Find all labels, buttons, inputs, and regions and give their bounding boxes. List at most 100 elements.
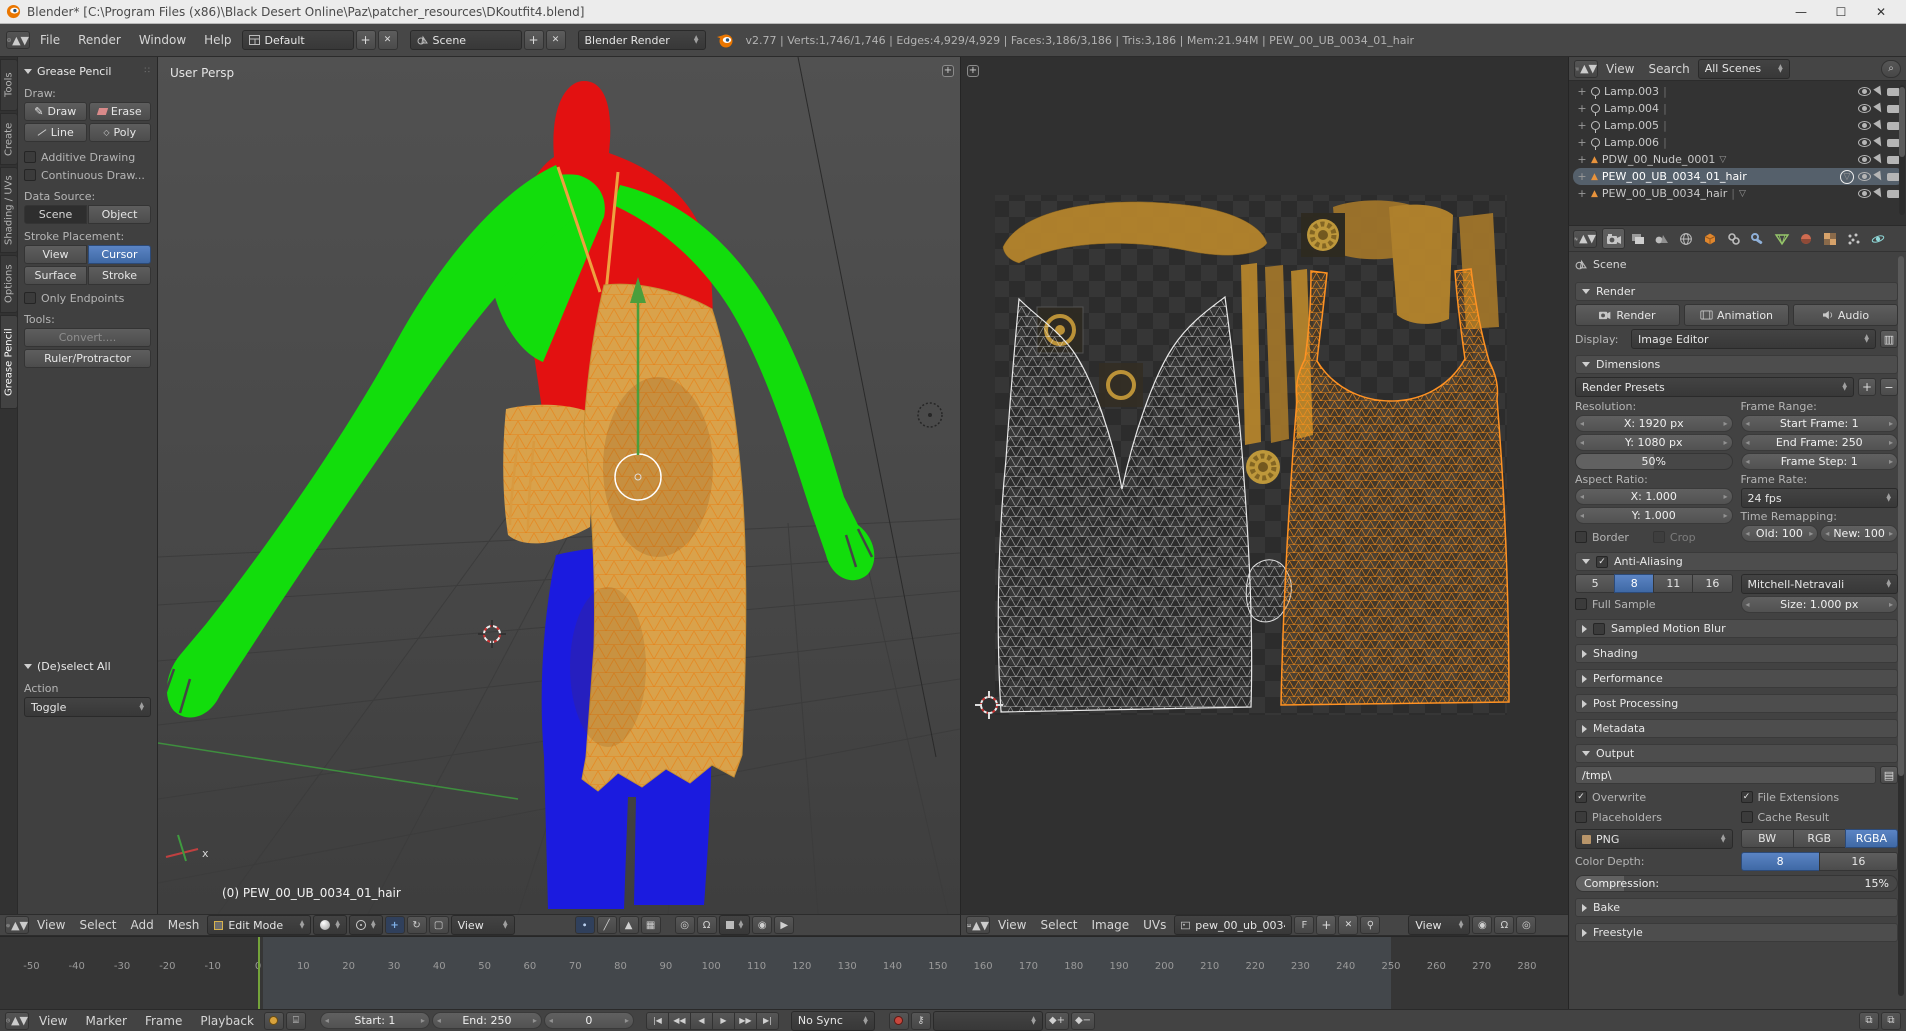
uv-proportional-icon[interactable]: ◎ — [1516, 916, 1536, 934]
file-format-dropdown[interactable]: PNG — [1575, 829, 1733, 849]
outliner-row[interactable]: + Lamp.003| — [1573, 83, 1904, 100]
insert-keyframe-icon[interactable]: ◆+ — [1045, 1012, 1069, 1030]
unlink-image-button[interactable] — [1338, 915, 1358, 935]
convert-button[interactable]: Convert.... — [24, 328, 151, 347]
selectability-cursor-icon[interactable] — [1873, 188, 1884, 200]
time-remap-new-field[interactable]: New: 100 — [1820, 525, 1898, 542]
timeline-menu-marker[interactable]: Marker — [77, 1010, 134, 1031]
expand-icon[interactable]: + — [1577, 153, 1587, 166]
close-button[interactable]: ✕ — [1862, 1, 1900, 23]
frame-rate-dropdown[interactable]: 24 fps — [1741, 488, 1899, 508]
preset-add-button[interactable] — [1858, 378, 1876, 396]
antialiasing-checkbox[interactable] — [1596, 556, 1608, 568]
panel-grip-icon[interactable]: ∷ — [144, 66, 151, 76]
tab-options[interactable]: Options — [0, 255, 18, 313]
lock-icon[interactable]: ⌸ — [286, 1012, 306, 1030]
keying-options-icon[interactable]: ⚷ — [911, 1012, 931, 1030]
edge-select-icon[interactable]: ╱ — [597, 916, 617, 934]
output-path-field[interactable]: /tmp\ — [1575, 766, 1876, 784]
maximize-button[interactable]: ☐ — [1822, 1, 1860, 23]
stroke-view-button[interactable]: View — [24, 245, 87, 264]
use-preview-range-icon[interactable] — [264, 1012, 284, 1030]
delete-keyframe-icon[interactable]: ◆− — [1071, 1012, 1095, 1030]
properties-tab-render[interactable] — [1602, 228, 1625, 249]
outliner-menu-view[interactable]: View — [1600, 58, 1640, 80]
autokey-record-icon[interactable] — [889, 1012, 909, 1030]
image-datablock-selector[interactable]: pew_00_ub_0034_... — [1174, 915, 1292, 935]
visibility-eye-icon[interactable] — [1858, 104, 1871, 113]
transform-orientation-dropdown[interactable]: View — [451, 915, 515, 935]
outliner-item-label[interactable]: PEW_00_UB_0034_01_hair — [1602, 170, 1747, 183]
limit-visible-icon[interactable]: ▦ — [641, 916, 661, 934]
outliner-row[interactable]: +▲ PDW_00_Nude_0001▽ — [1573, 151, 1904, 168]
expand-icon[interactable]: + — [1577, 136, 1587, 149]
outliner-row[interactable]: + Lamp.006| — [1573, 134, 1904, 151]
render-engine-dropdown[interactable]: Blender Render — [578, 30, 706, 50]
start-frame-field[interactable]: Start Frame: 1 — [1741, 415, 1899, 432]
timeline-menu-playback[interactable]: Playback — [192, 1010, 262, 1031]
v3d-menu-select[interactable]: Select — [73, 914, 122, 936]
current-frame-field[interactable]: 0 — [544, 1012, 634, 1029]
timeline-menu-frame[interactable]: Frame — [137, 1010, 190, 1031]
uv-menu-uvs[interactable]: UVs — [1137, 914, 1172, 936]
outliner-row[interactable]: + Lamp.005| — [1573, 117, 1904, 134]
play-reverse-button[interactable]: ◀ — [690, 1012, 713, 1030]
frame-step-field[interactable]: Frame Step: 1 — [1741, 453, 1899, 470]
add-scene-button[interactable] — [524, 30, 544, 50]
outliner-scope-dropdown[interactable]: All Scenes — [1698, 59, 1790, 79]
tab-create[interactable]: Create — [0, 113, 18, 165]
selectability-cursor-icon[interactable] — [1873, 171, 1884, 183]
outliner-item-label[interactable]: Lamp.006 — [1604, 136, 1659, 149]
erase-button[interactable]: Erase — [89, 102, 152, 121]
grease-pencil-panel-header[interactable]: Grease Pencil ∷ — [24, 61, 151, 81]
motion-blur-checkbox[interactable] — [1593, 623, 1605, 635]
expand-icon[interactable]: + — [1577, 170, 1587, 183]
uv-menu-image[interactable]: Image — [1086, 914, 1136, 936]
outliner-item-label[interactable]: Lamp.005 — [1604, 119, 1659, 132]
add-layout-button[interactable] — [356, 30, 376, 50]
pivot-point-dropdown[interactable] — [349, 915, 383, 935]
timeline-playhead[interactable] — [258, 937, 260, 1009]
expand-icon[interactable]: + — [1577, 119, 1587, 132]
properties-tab-material[interactable] — [1794, 228, 1817, 249]
proportional-edit-icon[interactable]: ◎ — [675, 916, 695, 934]
timeline-menu-view[interactable]: View — [31, 1010, 75, 1031]
file-extensions-checkbox[interactable] — [1741, 791, 1753, 803]
scene-selector[interactable]: Scene — [410, 30, 522, 50]
delete-scene-button[interactable] — [546, 30, 566, 50]
viewport-shading-dropdown[interactable] — [313, 915, 347, 935]
only-endpoints-checkbox[interactable] — [24, 292, 36, 304]
deselect-all-panel-header[interactable]: (De)select All — [24, 656, 151, 676]
timeline-start-field[interactable]: Start: 1 — [320, 1012, 430, 1029]
properties-tab-particles[interactable] — [1842, 228, 1865, 249]
menu-help[interactable]: Help — [196, 29, 239, 51]
section-dimensions-header[interactable]: Dimensions — [1575, 355, 1898, 374]
tab-shading-uvs[interactable]: Shading / UVs — [0, 167, 18, 253]
properties-scrollbar[interactable] — [1898, 256, 1904, 996]
vertex-select-icon[interactable]: ∙ — [575, 916, 595, 934]
placeholders-checkbox[interactable] — [1575, 811, 1587, 823]
new-image-button[interactable] — [1316, 915, 1336, 935]
color-depth-8-button[interactable]: 8 — [1741, 852, 1820, 871]
render-presets-dropdown[interactable]: Render Presets — [1575, 377, 1854, 397]
audio-button[interactable]: Audio — [1793, 304, 1898, 326]
visibility-eye-icon[interactable] — [1858, 87, 1871, 96]
timeline-end-field[interactable]: End: 250 — [432, 1012, 542, 1029]
sync-dropdown[interactable]: No Sync — [791, 1011, 875, 1031]
visibility-eye-icon[interactable] — [1858, 138, 1871, 147]
prev-keyframe-button[interactable]: ◀◀ — [668, 1012, 691, 1030]
aa-filter-dropdown[interactable]: Mitchell-Netravali — [1741, 574, 1899, 594]
play-button[interactable]: ▶ — [712, 1012, 735, 1030]
time-remap-old-field[interactable]: Old: 100 — [1741, 525, 1819, 542]
aspect-x-field[interactable]: X: 1.000 — [1575, 488, 1733, 505]
additive-drawing-checkbox[interactable] — [24, 151, 36, 163]
properties-tab-texture[interactable] — [1818, 228, 1841, 249]
section-antialiasing-header[interactable]: Anti-Aliasing — [1575, 552, 1898, 571]
aa-samples-8-button[interactable]: 8 — [1614, 574, 1654, 593]
manipulator-scale-icon[interactable]: ▢ — [429, 916, 449, 934]
next-keyframe-button[interactable]: ▶▶ — [734, 1012, 757, 1030]
copy-icon[interactable]: ⧉ — [1859, 1012, 1879, 1030]
aspect-y-field[interactable]: Y: 1.000 — [1575, 507, 1733, 524]
draw-button[interactable]: ✎Draw — [24, 102, 87, 121]
v3d-menu-add[interactable]: Add — [125, 914, 160, 936]
